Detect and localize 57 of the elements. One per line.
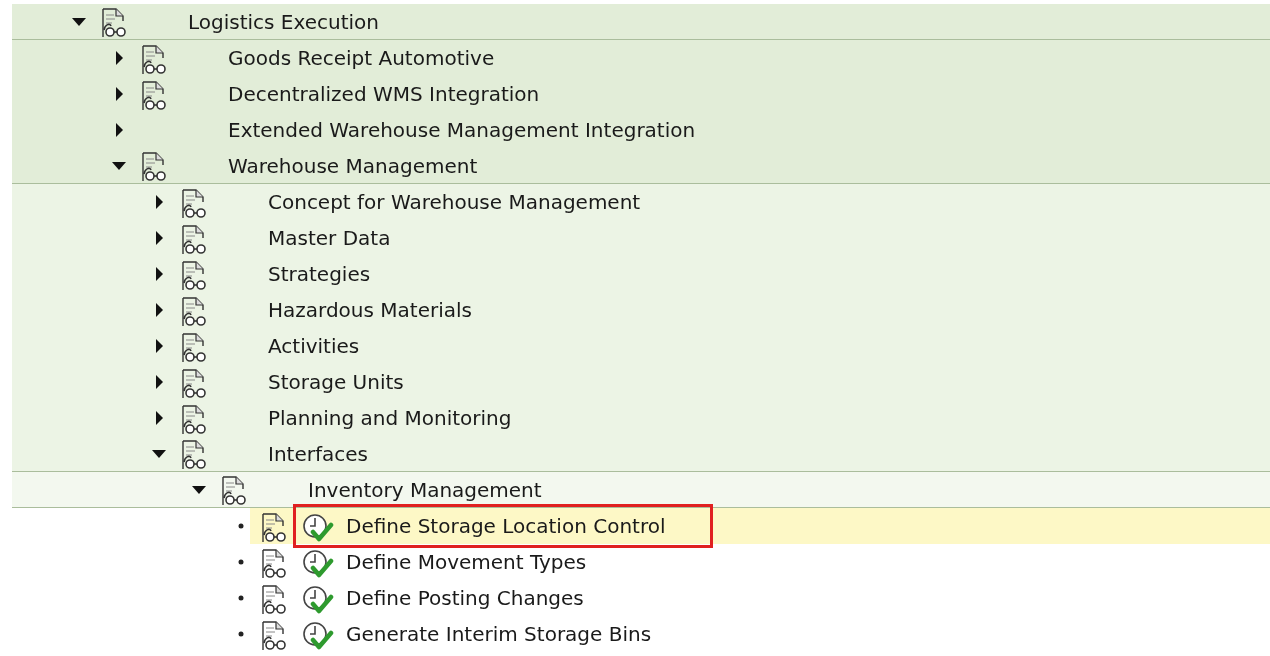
tree-item-label[interactable]: Hazardous Materials <box>268 295 472 325</box>
tree-item-label[interactable]: Planning and Monitoring <box>268 403 512 433</box>
tree-row[interactable]: Logistics Execution <box>12 4 1270 40</box>
document-glasses-icon[interactable] <box>180 438 208 469</box>
tree-item-label[interactable]: Warehouse Management <box>228 150 478 181</box>
bullet-icon <box>238 559 244 565</box>
document-glasses-icon[interactable] <box>140 79 168 109</box>
tree-row[interactable]: Master Data <box>12 220 1270 256</box>
tree-item-label[interactable]: Extended Warehouse Management Integration <box>228 115 696 145</box>
document-glasses-icon[interactable] <box>180 331 208 361</box>
bullet-icon <box>238 523 244 529</box>
document-glasses-icon[interactable] <box>260 547 288 577</box>
tree-row[interactable]: Extended Warehouse Management Integration <box>12 112 1270 148</box>
tree-row[interactable]: Interfaces <box>12 436 1270 472</box>
document-glasses-icon[interactable] <box>140 43 168 73</box>
document-glasses-icon[interactable] <box>260 619 288 649</box>
tree-row[interactable]: Warehouse Management <box>12 148 1270 184</box>
bullet-icon <box>238 595 244 601</box>
tree-row[interactable]: Goods Receipt Automotive <box>12 40 1270 76</box>
tree-item-label[interactable]: Goods Receipt Automotive <box>228 43 495 73</box>
tree-item-label[interactable]: Strategies <box>268 259 371 289</box>
tree-item-label[interactable]: Decentralized WMS Integration <box>228 79 540 109</box>
tree-item-label[interactable]: Generate Interim Storage Bins <box>346 619 652 649</box>
document-glasses-icon[interactable] <box>180 223 208 253</box>
clock-check-icon[interactable] <box>302 511 334 541</box>
document-glasses-icon[interactable] <box>220 474 248 505</box>
tree-item-label[interactable]: Define Posting Changes <box>346 583 584 613</box>
tree-row[interactable]: Inventory Management <box>12 472 1270 508</box>
tree-row[interactable]: Strategies <box>12 256 1270 292</box>
tree-item-label[interactable]: Define Storage Location Control <box>346 511 666 541</box>
document-glasses-icon[interactable] <box>100 6 128 37</box>
tree-row[interactable]: Storage Units <box>12 364 1270 400</box>
tree-row[interactable]: Activities <box>12 328 1270 364</box>
clock-check-icon[interactable] <box>302 583 334 613</box>
tree-item-label[interactable]: Logistics Execution <box>188 6 379 37</box>
tree-item-label[interactable]: Concept for Warehouse Management <box>268 187 641 217</box>
tree-item-label[interactable]: Inventory Management <box>308 474 542 505</box>
document-glasses-icon[interactable] <box>140 150 168 181</box>
tree-item-label[interactable]: Define Movement Types <box>346 547 587 577</box>
document-glasses-icon[interactable] <box>180 259 208 289</box>
tree-item-label[interactable]: Activities <box>268 331 360 361</box>
document-glasses-icon[interactable] <box>180 295 208 325</box>
bullet-icon <box>238 631 244 637</box>
document-glasses-icon[interactable] <box>180 403 208 433</box>
tree-row[interactable]: Hazardous Materials <box>12 292 1270 328</box>
document-glasses-icon[interactable] <box>260 583 288 613</box>
clock-check-icon[interactable] <box>302 547 334 577</box>
document-glasses-icon[interactable] <box>180 367 208 397</box>
tree-item-label[interactable]: Interfaces <box>268 438 368 469</box>
tree-item-label[interactable]: Master Data <box>268 223 391 253</box>
clock-check-icon[interactable] <box>302 619 334 649</box>
tree-row[interactable]: Concept for Warehouse Management <box>12 184 1270 220</box>
document-glasses-icon[interactable] <box>180 187 208 217</box>
tree-item-label[interactable]: Storage Units <box>268 367 404 397</box>
tree-row[interactable]: Planning and Monitoring <box>12 400 1270 436</box>
tree-row[interactable]: Decentralized WMS Integration <box>12 76 1270 112</box>
document-glasses-icon[interactable] <box>260 511 288 541</box>
